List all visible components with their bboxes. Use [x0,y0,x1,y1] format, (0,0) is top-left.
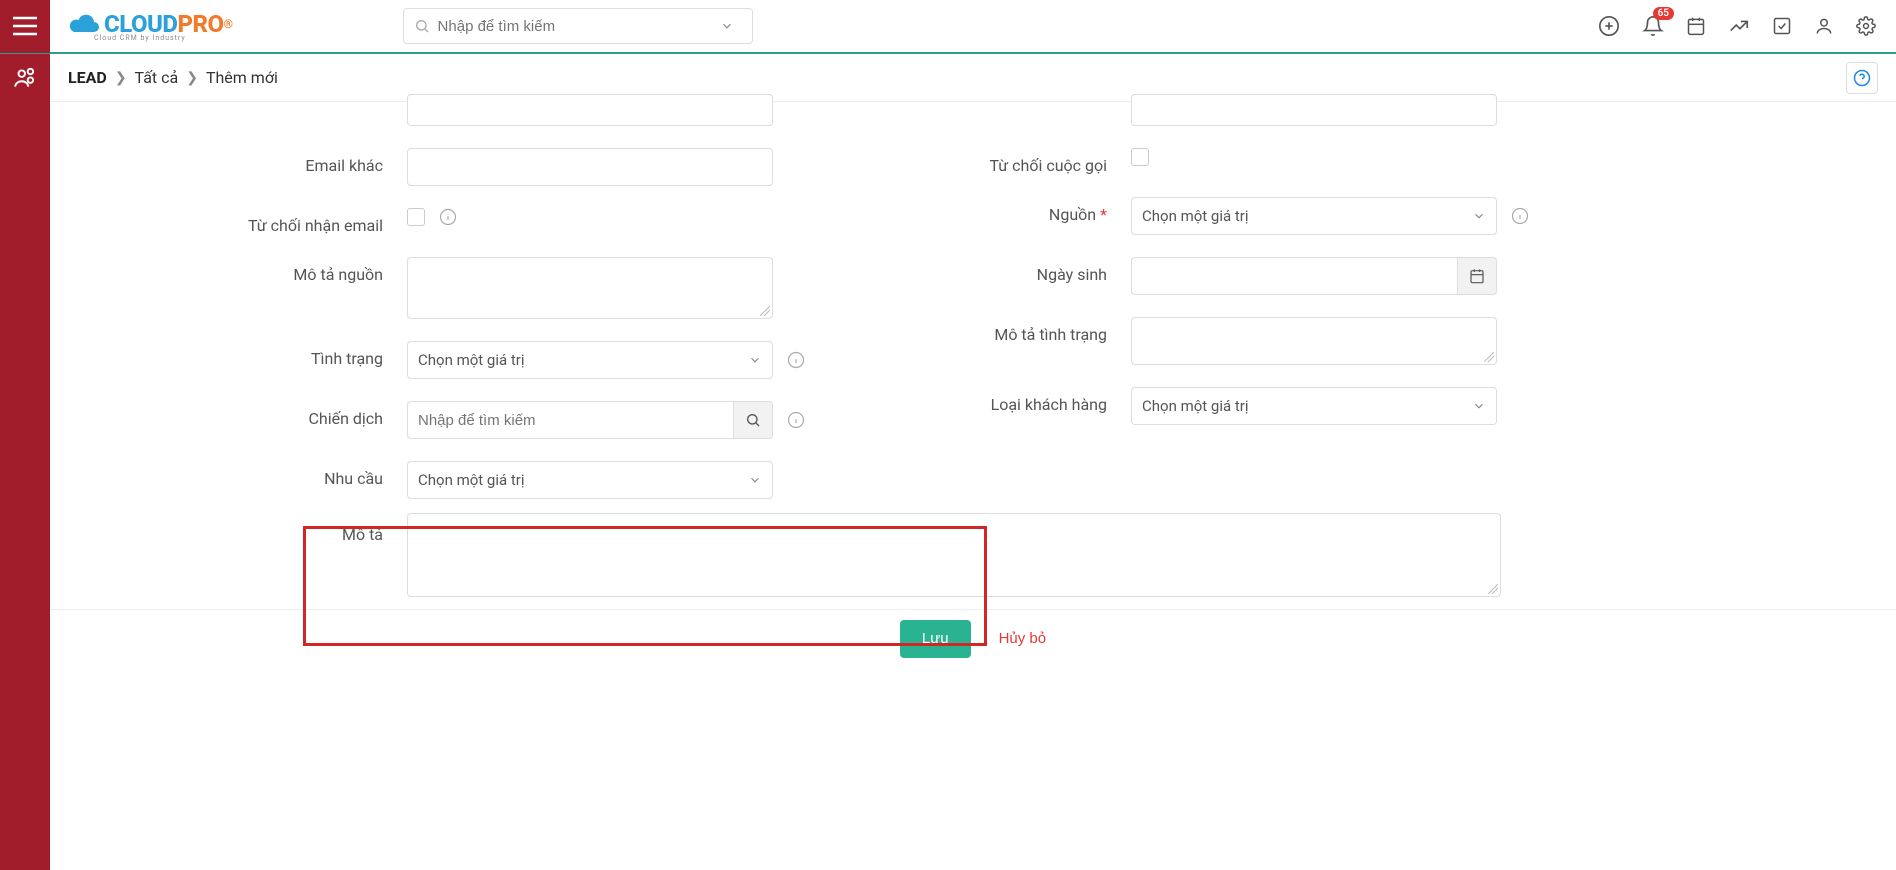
info-icon[interactable] [787,411,805,429]
label-need: Nhu cầu [102,461,407,488]
label-refuse-email: Từ chối nhận email [102,208,407,235]
info-icon[interactable] [1511,207,1529,225]
logo-reg: ® [224,17,233,31]
chevron-down-icon [748,473,762,487]
top-bar: CLOUDPRO® Cloud CRM by Industry 65 [0,0,1896,54]
chevron-down-icon [1472,209,1486,223]
breadcrumb-level2: Thêm mới [206,68,278,87]
status-select[interactable]: Chọn một giá trị [407,341,773,379]
label-email-other: Email khác [102,148,407,175]
calendar-button[interactable] [1686,16,1706,36]
prev-field-input-right[interactable] [1131,94,1497,126]
cloud-icon [68,12,102,36]
email-other-input[interactable] [407,148,773,186]
cancel-button[interactable]: Hủy bỏ [999,630,1047,647]
refuse-email-checkbox[interactable] [407,208,425,226]
birthday-input[interactable] [1131,257,1457,295]
breadcrumb-sep: ❯ [186,70,198,86]
label-source-desc: Mô tả nguồn [102,257,407,284]
notifications-button[interactable]: 65 [1642,15,1664,37]
global-search-input[interactable] [438,18,720,35]
sidebar-item-leads[interactable] [0,54,50,102]
breadcrumb-level1[interactable]: Tất cả [135,68,179,87]
tasks-button[interactable] [1772,16,1792,36]
resize-handle-icon [1484,352,1494,362]
save-button[interactable]: Lưu [900,620,971,658]
top-icons: 65 [1598,15,1896,37]
add-button[interactable] [1598,15,1620,37]
help-button[interactable] [1846,62,1878,94]
global-search[interactable] [403,8,753,44]
source-desc-textarea[interactable] [407,257,773,319]
label-customer-type: Loại khách hàng [826,387,1131,414]
info-icon[interactable] [787,351,805,369]
need-select[interactable]: Chọn một giá trị [407,461,773,499]
form-footer: Lưu Hủy bỏ [50,609,1896,667]
campaign-lookup-input[interactable] [407,401,733,439]
chevron-down-icon [1472,399,1486,413]
form-column-left: Email khác Từ chối nhận email [102,102,826,509]
page-content: LEAD ❯ Tất cả ❯ Thêm mới Email khác [50,54,1896,870]
campaign-lookup-button[interactable] [733,401,773,439]
label-status: Tình trạng [102,341,407,368]
label-birthday: Ngày sinh [826,257,1131,284]
logo[interactable]: CLOUDPRO® Cloud CRM by Industry [58,10,233,42]
search-icon [414,18,430,34]
label-description: Mô tả [102,513,407,597]
calendar-icon [1469,268,1485,284]
source-select[interactable]: Chọn một giá trị [1131,197,1497,235]
label-status-desc: Mô tả tình trạng [826,317,1131,344]
resize-handle-icon [760,306,770,316]
form-column-right: Từ chối cuộc gọi Nguồn* Chọn một giá trị [826,102,1550,509]
birthday-picker-button[interactable] [1457,257,1497,295]
status-desc-textarea[interactable] [1131,317,1497,365]
chevron-down-icon [748,353,762,367]
search-icon [745,412,761,428]
sidebar [0,54,50,870]
customer-type-select[interactable]: Chọn một giá trị [1131,387,1497,425]
label-campaign: Chiến dịch [102,401,407,428]
status-select-text: Chọn một giá trị [418,351,525,369]
label-refuse-call: Từ chối cuộc gọi [826,148,1131,175]
notification-badge: 65 [1653,7,1674,20]
breadcrumb-root[interactable]: LEAD [68,68,107,87]
settings-button[interactable] [1856,16,1876,36]
menu-toggle-button[interactable] [0,0,50,53]
info-icon[interactable] [439,208,457,226]
reports-button[interactable] [1728,15,1750,37]
description-textarea[interactable] [407,513,1501,597]
resize-handle-icon [1488,584,1498,594]
refuse-call-checkbox[interactable] [1131,148,1149,166]
customer-type-select-text: Chọn một giá trị [1142,397,1249,415]
breadcrumb-sep: ❯ [115,70,127,86]
profile-button[interactable] [1814,16,1834,36]
chevron-down-icon [720,19,734,33]
label-source: Nguồn* [826,197,1131,224]
prev-field-input[interactable] [407,94,773,126]
source-select-text: Chọn một giá trị [1142,207,1249,225]
need-select-text: Chọn một giá trị [418,471,525,489]
